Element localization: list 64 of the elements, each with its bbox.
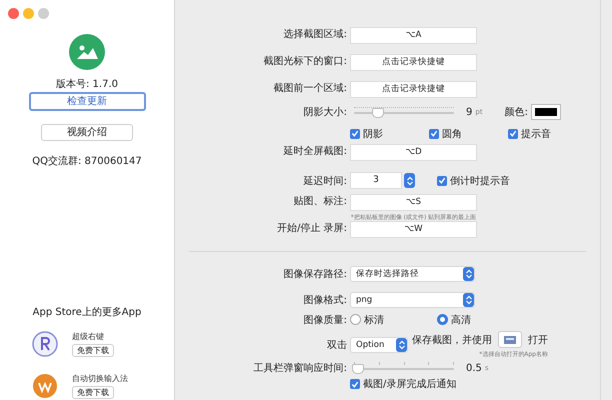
shortcut-field[interactable]: 点击记录快捷键 (350, 81, 477, 98)
minimize-button[interactable] (23, 8, 34, 19)
zoom-button[interactable] (38, 8, 49, 19)
setting-label: 图像保存路径: (282, 268, 348, 281)
app-logo-icon (69, 34, 105, 70)
shortcut-field[interactable]: 点击记录快捷键 (350, 54, 477, 71)
response-time-value: 0.5 (466, 362, 482, 374)
up-down-arrows-icon[interactable] (406, 176, 412, 186)
setting-label: 图像质量: (302, 314, 348, 326)
shadow-size-slider[interactable] (354, 106, 454, 118)
letter-w-app-icon[interactable] (32, 373, 58, 399)
checkmark-icon (438, 176, 446, 185)
qq-group-label: QQ交流群: 870060147 (32, 154, 142, 168)
version-label: 版本号: 1.7.0 (56, 78, 118, 91)
checkbox[interactable]: 提示音 (508, 126, 587, 140)
setting-label: 延迟时间: (302, 174, 348, 188)
setting-label: 截图前一个区域: (272, 82, 348, 95)
setting-label: 阴影大小: (302, 106, 348, 119)
shortcut-field[interactable]: ⌥A (350, 27, 477, 44)
up-down-arrows-icon (466, 269, 472, 279)
checkmark-icon (509, 129, 517, 138)
checkmark-icon (351, 129, 359, 138)
setting-label: 选择截图区域: (282, 28, 348, 41)
more-apps-title: App Store上的更多App (32, 306, 142, 319)
response-time-slider[interactable] (354, 362, 454, 374)
shadow-size-value: 9 (466, 106, 472, 118)
checkbox[interactable]: 倒计时提示音 (437, 174, 510, 188)
close-button[interactable] (8, 8, 19, 19)
setting-label: 贴图、标注: (292, 194, 348, 208)
color-well[interactable] (530, 104, 561, 120)
checkbox[interactable]: 阴影 (350, 126, 429, 140)
popup-menu[interactable]: png (350, 292, 475, 308)
video-intro-button[interactable]: 视频介绍 (41, 124, 133, 141)
setting-label: 图像格式: (302, 294, 348, 307)
app-picker-button[interactable] (498, 331, 522, 348)
checkmark-icon (430, 129, 438, 138)
modifier-popup-menu[interactable]: Option (350, 337, 408, 353)
popup-menu[interactable]: 保存时选择路径 (350, 266, 475, 282)
checkbox[interactable]: 圆角 (429, 126, 508, 140)
window-icon (503, 334, 517, 344)
letter-r-app-icon[interactable] (32, 331, 58, 357)
setting-label: 截图光标下的窗口: (262, 54, 348, 68)
radio-option[interactable]: 高清 (437, 312, 524, 326)
shortcut-field[interactable]: ⌥W (350, 221, 477, 238)
open-label: 打开 (528, 334, 548, 346)
checkbox[interactable]: 截图/录屏完成后通知 (350, 377, 456, 391)
app-name: 自动切换输入法 (72, 373, 128, 384)
shortcut-field[interactable]: ⌥S (350, 194, 477, 211)
checkmark-icon (351, 380, 359, 388)
color-label: 颜色: (504, 106, 528, 119)
shortcut-field[interactable]: ⌥D (350, 144, 477, 161)
free-download-button[interactable]: 免费下载 (72, 344, 114, 357)
setting-label: 延时全屏截图: (282, 144, 348, 158)
setting-label: 工具栏弹窗响应时间: (252, 362, 348, 375)
up-down-arrows-icon (398, 340, 404, 350)
setting-label: 开始/停止 录屏: (276, 222, 348, 235)
free-download-button[interactable]: 免费下载 (72, 386, 114, 399)
setting-label: 双击 (326, 338, 348, 352)
up-down-arrows-icon (466, 295, 472, 305)
radio-option[interactable]: 标清 (350, 312, 437, 326)
setting-text: 保存截图，并使用 (412, 334, 492, 346)
app-name: 超级右键 (72, 331, 104, 342)
delay-stepper-field[interactable]: 3 (350, 172, 402, 189)
check-update-button[interactable]: 检查更新 (28, 92, 146, 111)
